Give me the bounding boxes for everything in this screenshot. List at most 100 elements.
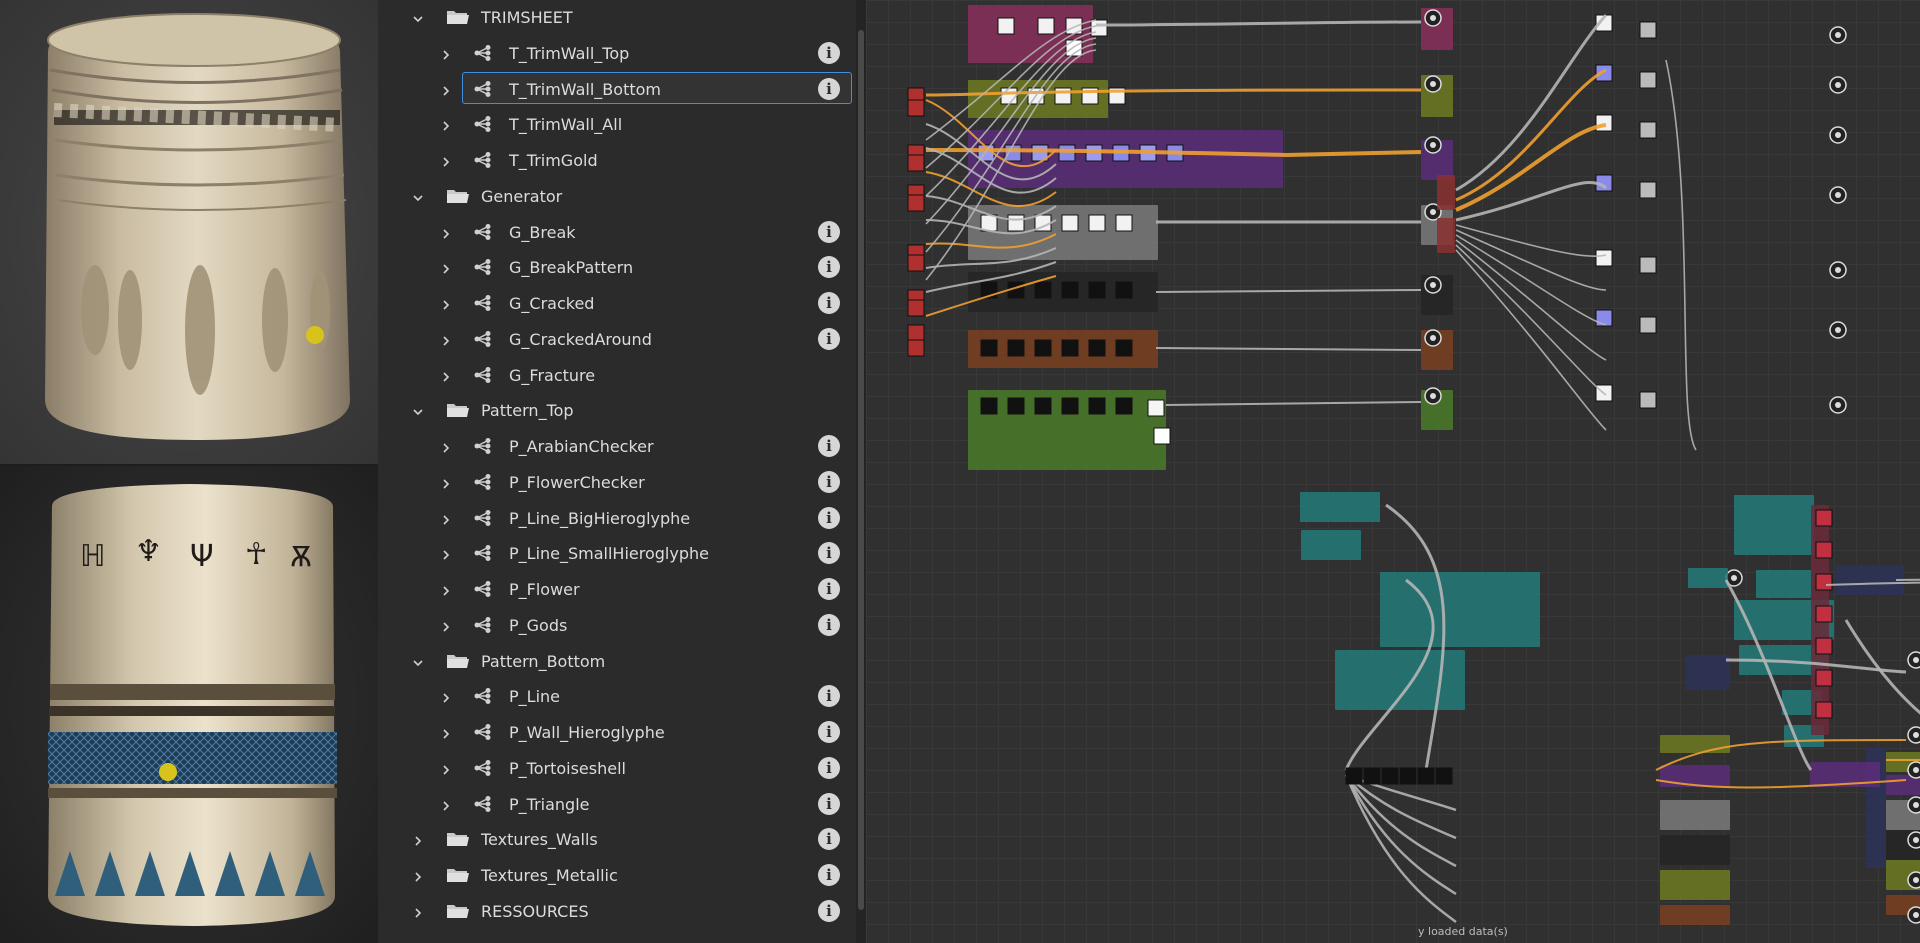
graph-node-icon <box>473 616 493 634</box>
chevron-right-icon[interactable] <box>441 474 451 489</box>
tree-item-p-arabianchecker[interactable]: P_ArabianChecker i <box>378 429 848 463</box>
chevron-down-icon[interactable] <box>413 402 423 416</box>
info-icon[interactable]: i <box>818 828 840 851</box>
svg-text:Ψ: Ψ <box>190 539 214 574</box>
tree-item-label: T_TrimGold <box>509 151 598 170</box>
tree-item-g-breakpattern[interactable]: G_BreakPattern i <box>378 250 848 284</box>
tree-item-generator[interactable]: Generator <box>378 179 848 213</box>
chevron-down-icon[interactable] <box>413 9 423 23</box>
tree-item-p-triangle[interactable]: P_Triangle i <box>378 787 848 821</box>
tree-item-textures-walls[interactable]: Textures_Walls i <box>378 822 848 856</box>
chevron-down-icon[interactable] <box>413 653 423 666</box>
info-icon[interactable]: i <box>818 256 840 279</box>
info-icon[interactable]: i <box>818 685 840 708</box>
chevron-right-icon[interactable] <box>441 688 451 703</box>
tree-item-p-flowerchecker[interactable]: P_FlowerChecker i <box>378 465 848 499</box>
info-icon[interactable]: i <box>818 77 840 100</box>
tree-item-p-line-smallhieroglyphe[interactable]: P_Line_SmallHieroglyphe i <box>378 536 848 570</box>
graph-node <box>1034 397 1052 415</box>
chevron-down-icon[interactable] <box>413 188 423 201</box>
graph-node <box>1815 637 1833 655</box>
info-icon[interactable]: i <box>818 470 840 493</box>
chevron-right-icon[interactable] <box>413 831 423 846</box>
info-icon[interactable]: i <box>818 327 840 350</box>
tree-item-t-trimwall-all[interactable]: T_TrimWall_All <box>378 107 848 141</box>
info-icon[interactable]: i <box>818 613 840 636</box>
tree-item-p-tortoiseshell[interactable]: P_Tortoiseshell i <box>378 751 848 785</box>
info-icon[interactable]: i <box>818 578 840 600</box>
tree-item-pattern-bottom[interactable]: Pattern_Bottom <box>378 644 848 678</box>
chevron-right-icon[interactable] <box>413 867 423 882</box>
chevron-right-icon[interactable] <box>441 331 451 346</box>
chevron-right-icon[interactable] <box>441 545 451 560</box>
tree-item-p-line[interactable]: P_Line i <box>378 679 848 713</box>
viewport-3d-top[interactable] <box>0 0 378 464</box>
chevron-right-icon[interactable] <box>441 796 451 811</box>
graph-frame <box>1437 175 1455 210</box>
info-icon[interactable]: i <box>818 542 840 565</box>
graph-frame <box>1660 870 1730 900</box>
tree-item-label: TRIMSHEET <box>481 8 573 27</box>
folder-icon <box>445 400 471 420</box>
graph-frame <box>1380 572 1540 647</box>
tree-item-t-trimgold[interactable]: T_TrimGold <box>378 143 848 177</box>
info-icon[interactable]: i <box>818 292 840 314</box>
tree-item-p-gods[interactable]: P_Gods i <box>378 608 848 642</box>
chevron-right-icon[interactable] <box>441 224 451 239</box>
info-icon[interactable]: i <box>818 756 840 779</box>
graph-node <box>1000 87 1018 105</box>
info-icon[interactable]: i <box>818 899 840 922</box>
chevron-right-icon[interactable] <box>441 259 451 274</box>
chevron-right-icon[interactable] <box>441 617 451 632</box>
tree-item-p-wall-hieroglyphe[interactable]: P_Wall_Hieroglyphe i <box>378 715 848 749</box>
info-icon[interactable]: i <box>818 792 840 815</box>
tree-item-p-flower[interactable]: P_Flower i <box>378 572 848 606</box>
graph-node <box>1088 281 1106 299</box>
chevron-right-icon[interactable] <box>441 116 451 131</box>
chevron-right-icon[interactable] <box>441 367 451 382</box>
tree-item-trimsheet[interactable]: TRIMSHEET <box>378 0 848 34</box>
tree-item-textures-metallic[interactable]: Textures_Metallic i <box>378 858 848 892</box>
chevron-right-icon[interactable] <box>441 81 451 96</box>
chevron-right-icon[interactable] <box>441 45 451 60</box>
graph-frame <box>1734 495 1814 555</box>
info-icon[interactable]: i <box>818 506 840 529</box>
chevron-right-icon[interactable] <box>441 581 451 596</box>
tree-item-pattern-top[interactable]: Pattern_Top <box>378 393 848 427</box>
graph-node <box>997 17 1015 35</box>
graph-node <box>1363 767 1381 785</box>
graph-node <box>1115 214 1133 232</box>
tree-item-label: P_Line_SmallHieroglyphe <box>509 544 709 564</box>
tree-item-g-break[interactable]: G_Break i <box>378 215 848 249</box>
graph-wire <box>1165 401 1422 406</box>
tree-item-label: RESSOURCES <box>481 901 589 921</box>
viewport-3d-bottom[interactable]: ℍ ♆ Ψ ☥ Ѫ <box>0 466 378 943</box>
tree-item-label: P_Flower <box>509 580 580 599</box>
tree-item-p-line-bighieroglyphe[interactable]: P_Line_BigHieroglyphe i <box>378 501 848 535</box>
chevron-right-icon[interactable] <box>441 724 451 739</box>
chevron-right-icon[interactable] <box>441 438 451 453</box>
graph-node-icon <box>473 80 493 98</box>
explorer-scrollbar[interactable] <box>856 0 866 943</box>
info-icon[interactable]: i <box>818 864 840 886</box>
graph-node <box>1088 339 1106 357</box>
tree-item-g-cracked[interactable]: G_Cracked i <box>378 286 848 320</box>
scrollbar-thumb[interactable] <box>858 30 864 910</box>
chevron-right-icon[interactable] <box>441 295 451 310</box>
tree-item-label: P_Tortoiseshell <box>509 758 626 778</box>
graph-node <box>1639 121 1657 139</box>
tree-item-t-trimwall-top[interactable]: T_TrimWall_Top i <box>378 36 848 70</box>
info-icon[interactable]: i <box>818 41 840 64</box>
tree-item-g-fracture[interactable]: G_Fracture <box>378 358 848 392</box>
tree-item-ressources[interactable]: RESSOURCES i <box>378 894 848 928</box>
tree-item-g-crackedaround[interactable]: G_CrackedAround i <box>378 322 848 356</box>
info-icon[interactable]: i <box>818 721 840 743</box>
tree-item-t-trimwall-bottom[interactable]: T_TrimWall_Bottom i <box>378 71 852 106</box>
chevron-right-icon[interactable] <box>441 760 451 775</box>
info-icon[interactable]: i <box>818 435 840 457</box>
node-graph-canvas[interactable] <box>866 0 1920 943</box>
info-icon[interactable]: i <box>818 220 840 243</box>
chevron-right-icon[interactable] <box>441 510 451 525</box>
chevron-right-icon[interactable] <box>441 152 451 167</box>
chevron-right-icon[interactable] <box>413 903 423 918</box>
